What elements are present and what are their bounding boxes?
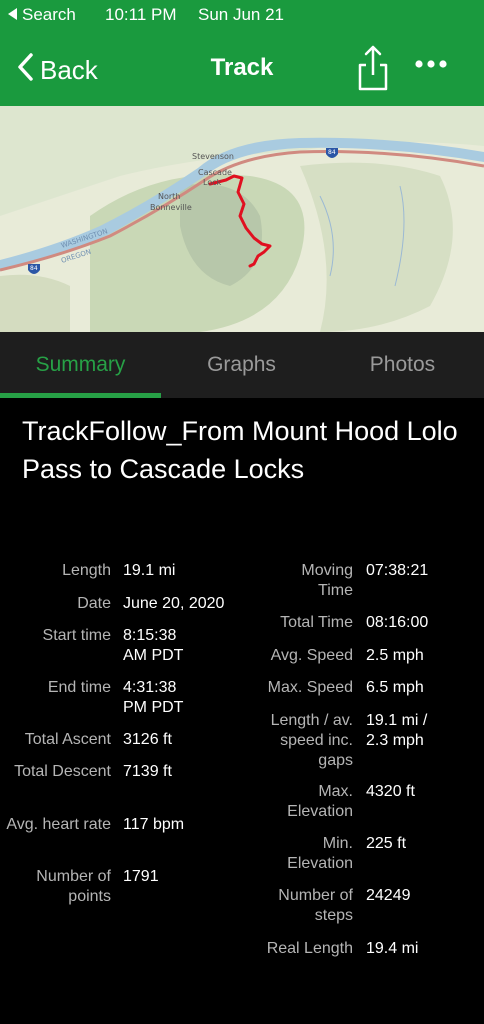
status-bar: Search 10:11 PM Sun Jun 21 bbox=[0, 0, 484, 32]
stat-label: Max. Elevation bbox=[287, 783, 353, 820]
stat-label: Start time bbox=[42, 627, 111, 644]
status-back-label: Search bbox=[22, 5, 76, 24]
tab-photos[interactable]: Photos bbox=[322, 332, 483, 398]
stat-label: Avg. heart rate bbox=[6, 816, 111, 833]
stat-label: Total Time bbox=[280, 614, 353, 631]
stat-value: 4:31:38 PM PDT bbox=[123, 679, 184, 716]
tab-summary[interactable]: Summary bbox=[0, 332, 161, 398]
stat-value: 2.5 mph bbox=[366, 647, 424, 664]
back-triangle-icon bbox=[8, 5, 18, 25]
map-label-bonneville: Bonneville bbox=[150, 203, 192, 212]
map-label-stevenson: Stevenson bbox=[192, 152, 234, 161]
stat-value: 19.1 mi / 2.3 mph bbox=[366, 712, 428, 749]
stat-label: Avg. Speed bbox=[270, 647, 353, 664]
chevron-left-icon bbox=[16, 52, 34, 89]
stat-label: Date bbox=[77, 595, 111, 612]
stat-value: 3126 ft bbox=[123, 731, 172, 748]
stat-label: End time bbox=[47, 679, 111, 696]
stat-value: 225 ft bbox=[366, 835, 407, 852]
stat-value: 6.5 mph bbox=[366, 679, 424, 696]
stat-value: 07:38:21 bbox=[366, 562, 429, 579]
stat-label: Length / av. speed inc. gaps bbox=[270, 712, 353, 769]
stat-value: 19.1 mi bbox=[123, 562, 176, 579]
share-button[interactable] bbox=[356, 42, 390, 97]
stat-label: Min. Elevation bbox=[287, 835, 353, 872]
more-button[interactable] bbox=[414, 56, 448, 74]
stat-label: Max. Speed bbox=[267, 679, 353, 696]
stat-value: 19.4 mi bbox=[366, 940, 419, 957]
stat-value: 1791 bbox=[123, 868, 159, 885]
map-canvas: Stevenson Cascade Lock North Bonneville … bbox=[0, 106, 484, 332]
map-shield-84-west: 84 bbox=[30, 265, 38, 272]
tab-graphs[interactable]: Graphs bbox=[161, 332, 322, 398]
stat-value: 4320 ft bbox=[366, 783, 415, 800]
map-label-lock: Lock bbox=[203, 178, 222, 187]
status-date: Sun Jun 21 bbox=[198, 5, 285, 24]
back-button[interactable]: Back bbox=[16, 52, 98, 89]
status-back-to-app[interactable]: Search bbox=[8, 5, 76, 25]
map-label-cascade: Cascade bbox=[198, 168, 232, 177]
stat-value: 7139 ft bbox=[123, 763, 172, 780]
stat-label: Number of steps bbox=[278, 887, 353, 924]
more-dots-icon bbox=[414, 56, 448, 73]
stat-label: Total Descent bbox=[14, 763, 111, 780]
stat-label: Length bbox=[62, 562, 111, 579]
stat-label: Moving Time bbox=[301, 562, 353, 599]
stat-value: 8:15:38 AM PDT bbox=[123, 627, 184, 664]
track-map[interactable]: Stevenson Cascade Lock North Bonneville … bbox=[0, 106, 484, 332]
active-tab-indicator bbox=[0, 393, 161, 398]
status-time: 10:11 PM bbox=[105, 5, 177, 24]
navigation-bar: Back Track bbox=[0, 32, 484, 106]
share-icon bbox=[356, 45, 390, 96]
segment-tabs: Summary Graphs Photos bbox=[0, 332, 484, 398]
stat-label: Real Length bbox=[266, 940, 353, 957]
map-shield-84-east: 84 bbox=[328, 149, 336, 156]
map-label-north: North bbox=[158, 192, 180, 201]
stat-value: 117 bpm bbox=[123, 816, 185, 833]
back-label: Back bbox=[40, 55, 98, 85]
stat-value: 24249 bbox=[366, 887, 411, 904]
track-title: TrackFollow_From Mount Hood Lolo Pass to… bbox=[22, 416, 458, 484]
stat-label: Total Ascent bbox=[24, 731, 111, 748]
stat-value: 08:16:00 bbox=[366, 614, 429, 631]
stat-label: Number of points bbox=[36, 868, 111, 905]
stat-value: June 20, 2020 bbox=[123, 595, 225, 612]
